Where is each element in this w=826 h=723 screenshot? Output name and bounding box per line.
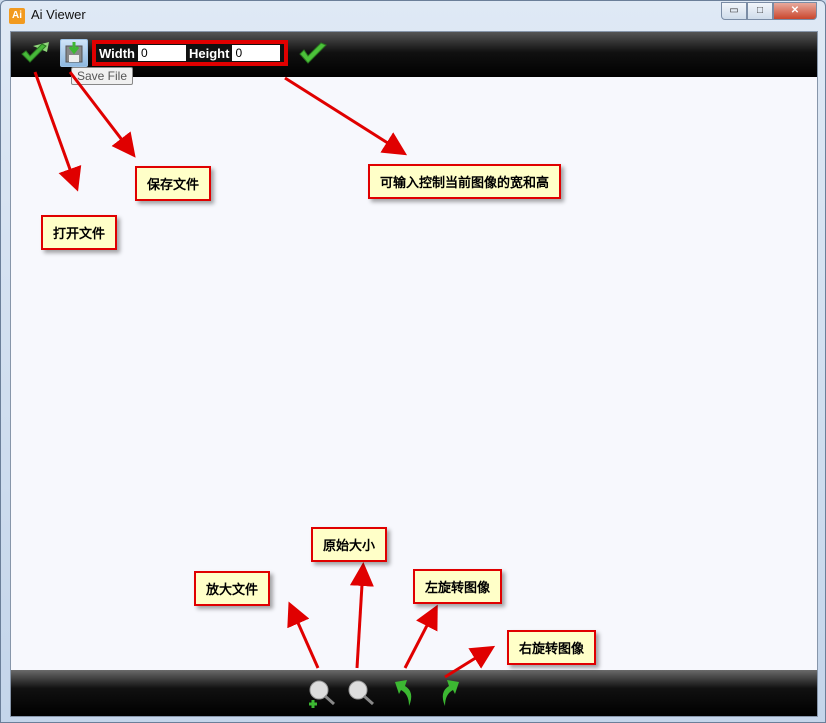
window-title: Ai Viewer — [31, 7, 86, 22]
minimize-button[interactable]: ▭ — [721, 2, 747, 20]
save-file-icon — [65, 42, 83, 63]
callout-zoom-in: 放大文件 — [194, 571, 271, 606]
callout-rotate-left: 左旋转图像 — [413, 569, 503, 604]
image-canvas: Width Height Save File — [10, 31, 818, 717]
zoom-original-icon[interactable] — [346, 678, 376, 708]
width-label: Width — [99, 45, 135, 61]
callout-rotate-right: 右旋转图像 — [507, 630, 597, 665]
height-input[interactable] — [232, 45, 281, 61]
app-icon: Ai — [9, 8, 25, 24]
zoom-in-icon[interactable] — [307, 678, 337, 708]
rotate-left-icon[interactable] — [393, 678, 419, 708]
callout-size-input: 可输入控制当前图像的宽和高 — [368, 164, 562, 199]
check-icon[interactable] — [297, 40, 329, 68]
callout-original-size: 原始大小 — [311, 527, 388, 562]
maximize-button[interactable]: □ — [747, 2, 773, 20]
size-input-group: Width Height — [92, 40, 288, 66]
callout-save-file: 保存文件 — [135, 166, 212, 201]
bottom-toolbar — [11, 670, 817, 716]
app-window: Ai Ai Viewer ▭ □ ✕ Width Height Save Fil… — [0, 0, 826, 723]
folder-check-icon[interactable] — [19, 40, 51, 68]
save-file-button[interactable] — [60, 39, 88, 67]
callout-open-file: 打开文件 — [41, 215, 118, 250]
height-label: Height — [188, 45, 230, 61]
rotate-right-icon[interactable] — [435, 678, 461, 708]
close-button[interactable]: ✕ — [773, 2, 817, 20]
width-input[interactable] — [137, 45, 186, 61]
save-file-tooltip: Save File — [71, 67, 134, 85]
